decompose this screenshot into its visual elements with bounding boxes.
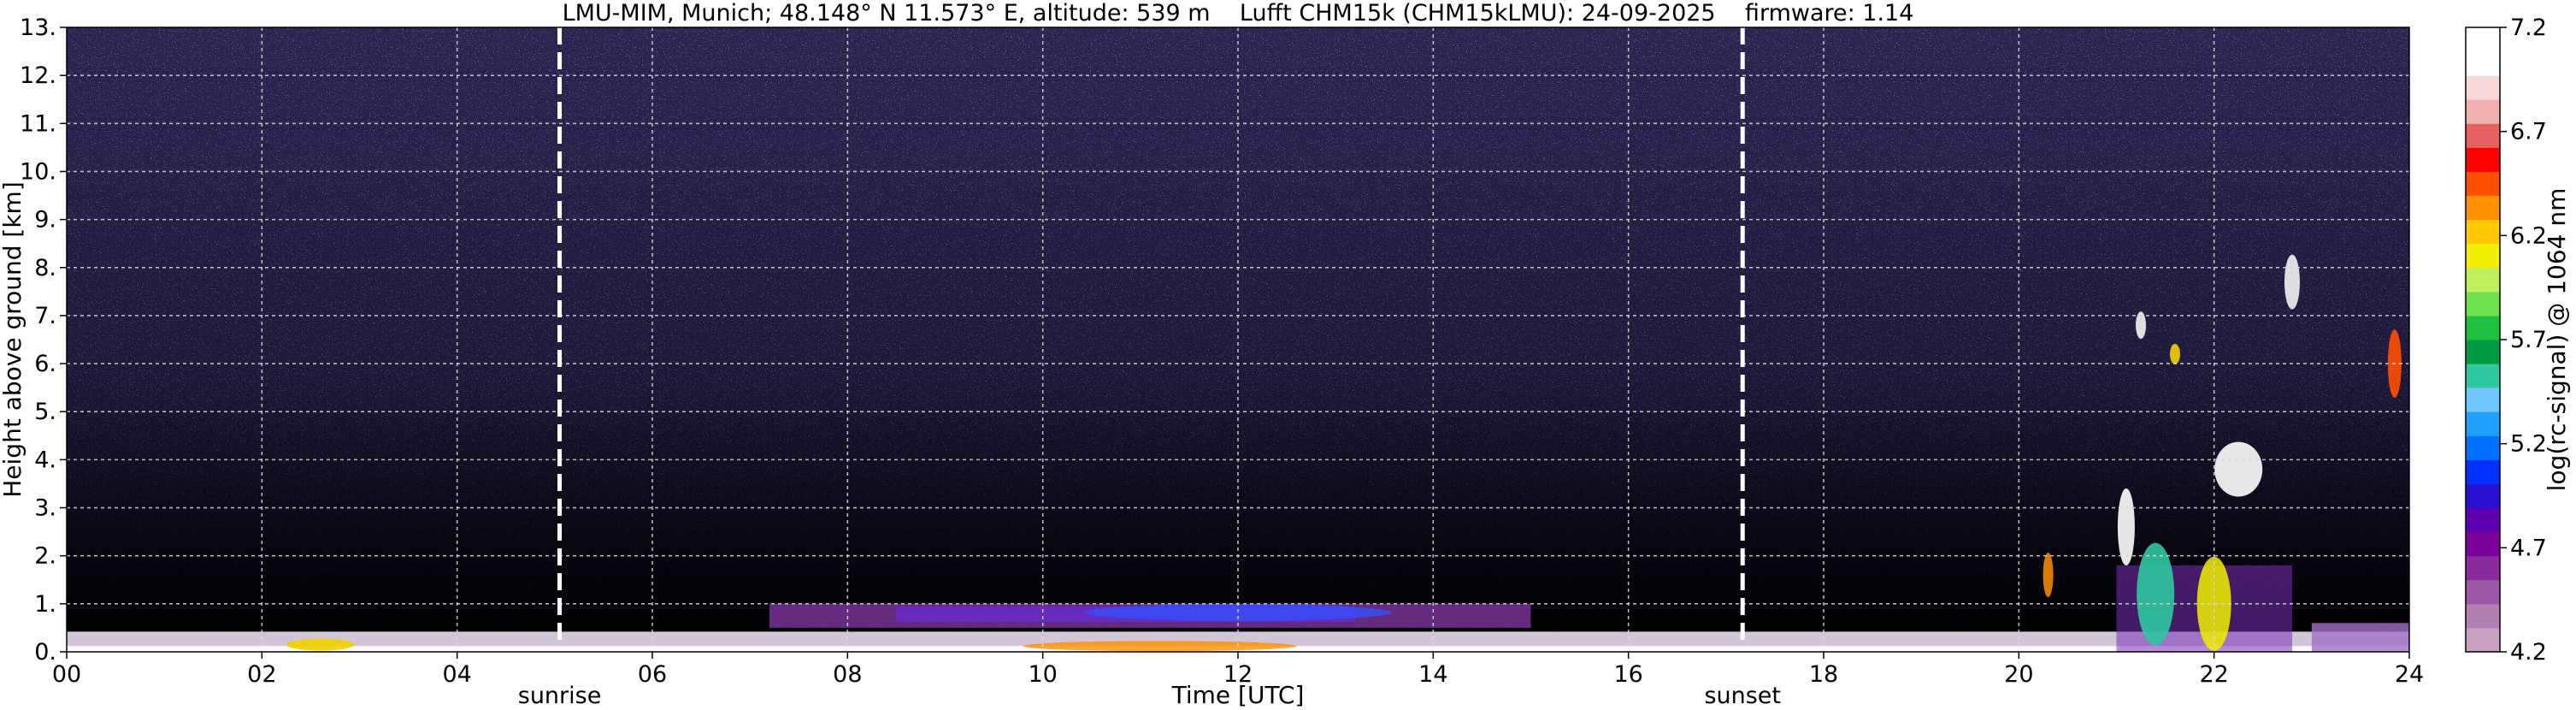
- y-tick-label: 12.: [20, 62, 56, 89]
- y-tick-label: 3.: [34, 495, 56, 522]
- y-tick-label: 13.: [20, 15, 56, 41]
- noise-speckle-bright: [67, 27, 2409, 652]
- y-tick-label: 2.: [34, 543, 56, 570]
- ceilometer-figure: sunrise sunset 00 02 04 06 08 10 12 14 16 18 20 22 24…: [0, 0, 2576, 709]
- cloud-1-6km: [2043, 553, 2054, 598]
- colorbar-segment: [2466, 483, 2500, 509]
- y-tick-label: 10.: [20, 158, 56, 185]
- y-tick-label: 1.: [34, 591, 56, 618]
- colorbar-segment: [2466, 147, 2500, 172]
- cloud-6-2km: [2170, 343, 2180, 364]
- colorbar-segment: [2466, 459, 2500, 484]
- cloud-3-8km: [2214, 441, 2263, 497]
- colorbar-segment: [2466, 340, 2500, 364]
- y-tick-label: 5.: [34, 399, 56, 425]
- colorbar-segment: [2466, 243, 2500, 269]
- y-axis-label: Height above ground [km]: [0, 181, 27, 498]
- cloud-7-7km: [2284, 254, 2300, 310]
- colorbar-tick-label: 5.7: [2510, 327, 2547, 353]
- colorbar-segment: [2466, 195, 2500, 221]
- y-tick-label: 4.: [34, 447, 56, 473]
- colorbar-segment: [2466, 627, 2500, 653]
- colorbar-segment: [2466, 579, 2500, 605]
- y-tick-label: 8.: [34, 255, 56, 281]
- colorbar-segment: [2466, 99, 2500, 124]
- x-tick-label: 08: [833, 661, 862, 688]
- x-tick-label: 22: [2199, 661, 2228, 688]
- colorbar-segment: [2466, 603, 2500, 629]
- chart-title: LMU-MIM, Munich; 48.148° N 11.573° E, al…: [563, 0, 1914, 27]
- colorbar-segment: [2466, 507, 2500, 533]
- sunset-label: sunset: [1704, 683, 1781, 707]
- colorbar-tick-label: 5.2: [2510, 431, 2547, 458]
- ceilometer-chart: sunrise sunset 00 02 04 06 08 10 12 14 16 18 20 22 24…: [0, 0, 2571, 709]
- colorbar-segment: [2466, 388, 2500, 412]
- colorbar-segment: [2466, 267, 2500, 293]
- x-tick-label: 18: [1809, 661, 1838, 688]
- x-tick-label: 02: [247, 661, 276, 688]
- x-tick-label: 24: [2395, 661, 2424, 688]
- colorbar-tick-label: 4.7: [2510, 535, 2547, 561]
- colorbar-segment: [2466, 531, 2500, 557]
- x-tick-label: 04: [442, 661, 471, 688]
- surface-signal-02: [286, 638, 355, 651]
- colorbar-tick-label: 4.2: [2510, 639, 2547, 666]
- y-tick-label: 6.: [34, 351, 56, 377]
- colorbar-segment: [2466, 75, 2500, 100]
- x-tick-label: 20: [2004, 661, 2033, 688]
- y-tick-label: 9.: [34, 207, 56, 234]
- colorbar: 4.2 4.7 5.2 5.7 6.2 6.7 7.2: [2465, 15, 2547, 666]
- colorbar-tick-label: 7.2: [2510, 15, 2547, 41]
- x-tick-label: 16: [1613, 661, 1642, 688]
- colorbar-segment: [2466, 219, 2500, 245]
- colorbar-tick-label: 6.7: [2510, 119, 2547, 145]
- colorbar-label: log(rc-signal) @ 1064 nm: [2543, 188, 2571, 492]
- evening-cloud-a: [2137, 542, 2175, 646]
- x-tick-label: 14: [1418, 661, 1447, 688]
- late-boundary-layer: [2311, 623, 2409, 652]
- colorbar-segment: [2466, 364, 2500, 388]
- colorbar-segment: [2466, 51, 2500, 76]
- y-tick-label: 11.: [20, 110, 56, 137]
- colorbar-segment: [2466, 171, 2500, 197]
- colorbar-segment: [2466, 123, 2500, 148]
- colorbar-segment: [2466, 435, 2500, 460]
- colorbar-tick-label: 6.2: [2510, 222, 2547, 249]
- y-tick-label: 0.: [34, 639, 56, 666]
- cloud-2-6km: [2117, 488, 2135, 565]
- colorbar-segment: [2466, 27, 2500, 52]
- y-tick-label: 7.: [34, 303, 56, 329]
- colorbar-segment: [2466, 555, 2500, 581]
- surface-signal-11: [1023, 641, 1297, 652]
- x-tick-label: 10: [1028, 661, 1057, 688]
- x-tick-label: 06: [638, 661, 667, 688]
- plot-area: [67, 27, 2409, 652]
- colorbar-segment: [2466, 411, 2500, 436]
- colorbar-segment: [2466, 291, 2500, 317]
- sunrise-label: sunrise: [518, 683, 602, 707]
- x-axis-label: Time [UTC]: [1171, 681, 1305, 707]
- colorbar-segment: [2466, 315, 2500, 340]
